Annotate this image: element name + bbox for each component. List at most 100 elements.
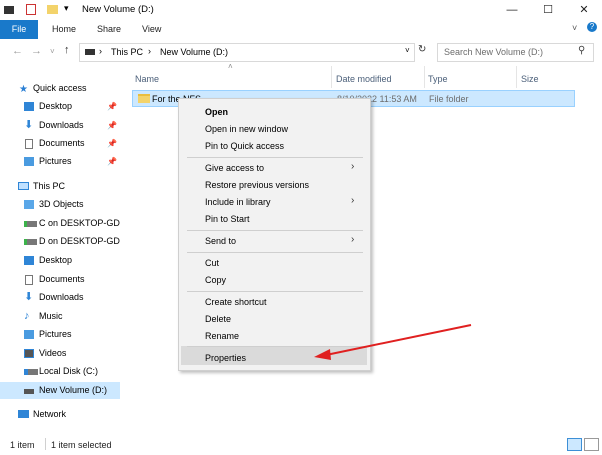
network-icon <box>18 410 29 418</box>
ribbon-tabs: File Home Share View ˅ ? <box>0 20 602 40</box>
menu-item-restore-versions[interactable]: Restore previous versions <box>205 180 309 190</box>
network-drive-icon <box>24 221 37 227</box>
menu-item-open[interactable]: Open <box>205 107 228 117</box>
sidebar-item-label: Desktop <box>39 255 73 265</box>
menu-item-include-library[interactable]: Include in library <box>205 197 271 207</box>
downloads-icon: ⬇ <box>24 291 34 303</box>
tab-share[interactable]: Share <box>97 20 121 39</box>
expand-ribbon-icon[interactable]: ˅ <box>572 23 577 33</box>
forward-button[interactable]: → <box>31 45 42 57</box>
pictures-icon <box>24 157 34 166</box>
search-input[interactable]: Search New Volume (D:) <box>444 47 543 57</box>
sidebar-item-label: Quick access <box>33 83 87 93</box>
menu-separator <box>187 230 363 231</box>
tab-home[interactable]: Home <box>52 20 76 39</box>
column-header-name[interactable]: Name <box>135 71 159 87</box>
breadcrumb-new-volume[interactable]: New Volume (D:) <box>160 47 228 57</box>
column-divider[interactable] <box>516 66 517 88</box>
pc-icon <box>85 49 95 55</box>
pin-icon[interactable]: 📌 <box>107 135 117 152</box>
sidebar-item-quick-access[interactable]: ★ Quick access <box>0 80 120 97</box>
sidebar-item-label: Desktop <box>39 101 73 111</box>
status-bar: 1 item 1 item selected <box>0 430 602 455</box>
menu-item-delete[interactable]: Delete <box>205 314 231 324</box>
desktop-icon <box>24 102 34 111</box>
tab-file[interactable]: File <box>0 20 38 39</box>
pin-icon[interactable]: 📌 <box>107 98 117 115</box>
sidebar-item-documents-pc[interactable]: Documents <box>0 271 120 288</box>
sidebar-item-label: Documents <box>39 274 85 284</box>
new-folder-quick-icon[interactable] <box>47 5 58 14</box>
submenu-arrow-icon: › <box>351 234 355 245</box>
menu-item-cut[interactable]: Cut <box>205 258 219 268</box>
sidebar-item-desktop[interactable]: Desktop 📌 <box>0 98 120 115</box>
column-header-type[interactable]: Type <box>428 71 448 87</box>
item-count: 1 item <box>10 440 35 450</box>
sidebar-item-3d-objects[interactable]: 3D Objects <box>0 196 120 213</box>
title-bar: ▾ New Volume (D:) — ☐ ✕ <box>0 0 602 20</box>
sidebar-item-label: Music <box>39 311 63 321</box>
sidebar-item-music[interactable]: ♪ Music <box>0 308 120 325</box>
up-button[interactable]: ↑ <box>64 44 70 56</box>
back-button[interactable]: ← <box>12 45 23 57</box>
address-input[interactable]: › This PC › New Volume (D:) ˅ <box>79 43 415 62</box>
app-icon <box>4 6 14 14</box>
menu-item-give-access[interactable]: Give access to <box>205 163 264 173</box>
documents-icon <box>25 139 33 149</box>
sidebar-item-label: 3D Objects <box>39 199 84 209</box>
menu-item-pin-quick-access[interactable]: Pin to Quick access <box>205 141 284 151</box>
sidebar-item-pictures[interactable]: Pictures 📌 <box>0 153 120 170</box>
column-divider[interactable] <box>331 66 332 88</box>
sidebar-item-new-volume-d[interactable]: New Volume (D:) <box>0 382 120 399</box>
menu-item-copy[interactable]: Copy <box>205 275 226 285</box>
sidebar-item-desktop-pc[interactable]: Desktop <box>0 252 120 269</box>
navigation-pane: ★ Quick access Desktop 📌 ⬇ Downloads 📌 D… <box>0 66 120 430</box>
recent-locations-icon[interactable]: ˅ <box>50 47 55 56</box>
column-header-size[interactable]: Size <box>521 71 539 87</box>
menu-item-properties[interactable]: Properties <box>205 353 246 363</box>
sidebar-item-network[interactable]: Network <box>0 406 120 423</box>
desktop-icon <box>24 256 34 265</box>
breadcrumb-this-pc[interactable]: This PC <box>111 47 143 57</box>
drive-icon <box>24 389 34 394</box>
sidebar-item-this-pc[interactable]: This PC <box>0 178 120 195</box>
status-divider <box>45 438 46 450</box>
menu-item-create-shortcut[interactable]: Create shortcut <box>205 297 267 307</box>
folder-icon <box>138 94 150 103</box>
pin-icon[interactable]: 📌 <box>107 153 117 170</box>
sidebar-item-pictures-pc[interactable]: Pictures <box>0 326 120 343</box>
column-divider[interactable] <box>424 66 425 88</box>
submenu-arrow-icon: › <box>351 195 355 206</box>
sidebar-item-videos[interactable]: Videos <box>0 345 120 362</box>
sidebar-item-local-disk-c[interactable]: Local Disk (C:) <box>0 363 120 380</box>
details-view-icon[interactable] <box>567 438 582 451</box>
pin-icon[interactable]: 📌 <box>107 117 117 134</box>
menu-item-rename[interactable]: Rename <box>205 331 239 341</box>
sidebar-item-documents[interactable]: Documents 📌 <box>0 135 120 152</box>
arrow-annotation <box>314 324 472 360</box>
properties-quick-icon[interactable] <box>26 4 36 15</box>
column-header-date[interactable]: Date modified <box>336 71 392 87</box>
menu-item-send-to[interactable]: Send to <box>205 236 236 246</box>
sidebar-item-d-network-drive[interactable]: D on DESKTOP-GDE <box>0 233 120 250</box>
file-type: File folder <box>429 94 469 104</box>
help-icon[interactable]: ? <box>587 22 597 32</box>
refresh-button[interactable]: ↻ <box>418 44 426 55</box>
sidebar-item-downloads[interactable]: ⬇ Downloads 📌 <box>0 117 120 134</box>
sidebar-item-downloads-pc[interactable]: ⬇ Downloads <box>0 289 120 306</box>
sidebar-item-c-network-drive[interactable]: C on DESKTOP-GDE <box>0 215 120 232</box>
customize-toolbar-icon[interactable]: ▾ <box>64 3 69 14</box>
tab-view[interactable]: View <box>142 20 161 39</box>
search-icon: ⚲ <box>578 45 586 56</box>
search-box[interactable]: Search New Volume (D:) ⚲ <box>437 43 594 62</box>
maximize-button[interactable]: ☐ <box>530 0 566 20</box>
pc-icon <box>18 182 29 190</box>
menu-item-pin-start[interactable]: Pin to Start <box>205 214 250 224</box>
minimize-button[interactable]: — <box>494 0 530 20</box>
menu-item-open-new-window[interactable]: Open in new window <box>205 124 288 134</box>
large-icons-view-icon[interactable] <box>584 438 599 451</box>
close-button[interactable]: ✕ <box>566 0 602 20</box>
submenu-arrow-icon: › <box>351 161 355 172</box>
sidebar-item-label: Documents <box>39 138 85 148</box>
address-dropdown-icon[interactable]: ˅ <box>405 46 410 55</box>
